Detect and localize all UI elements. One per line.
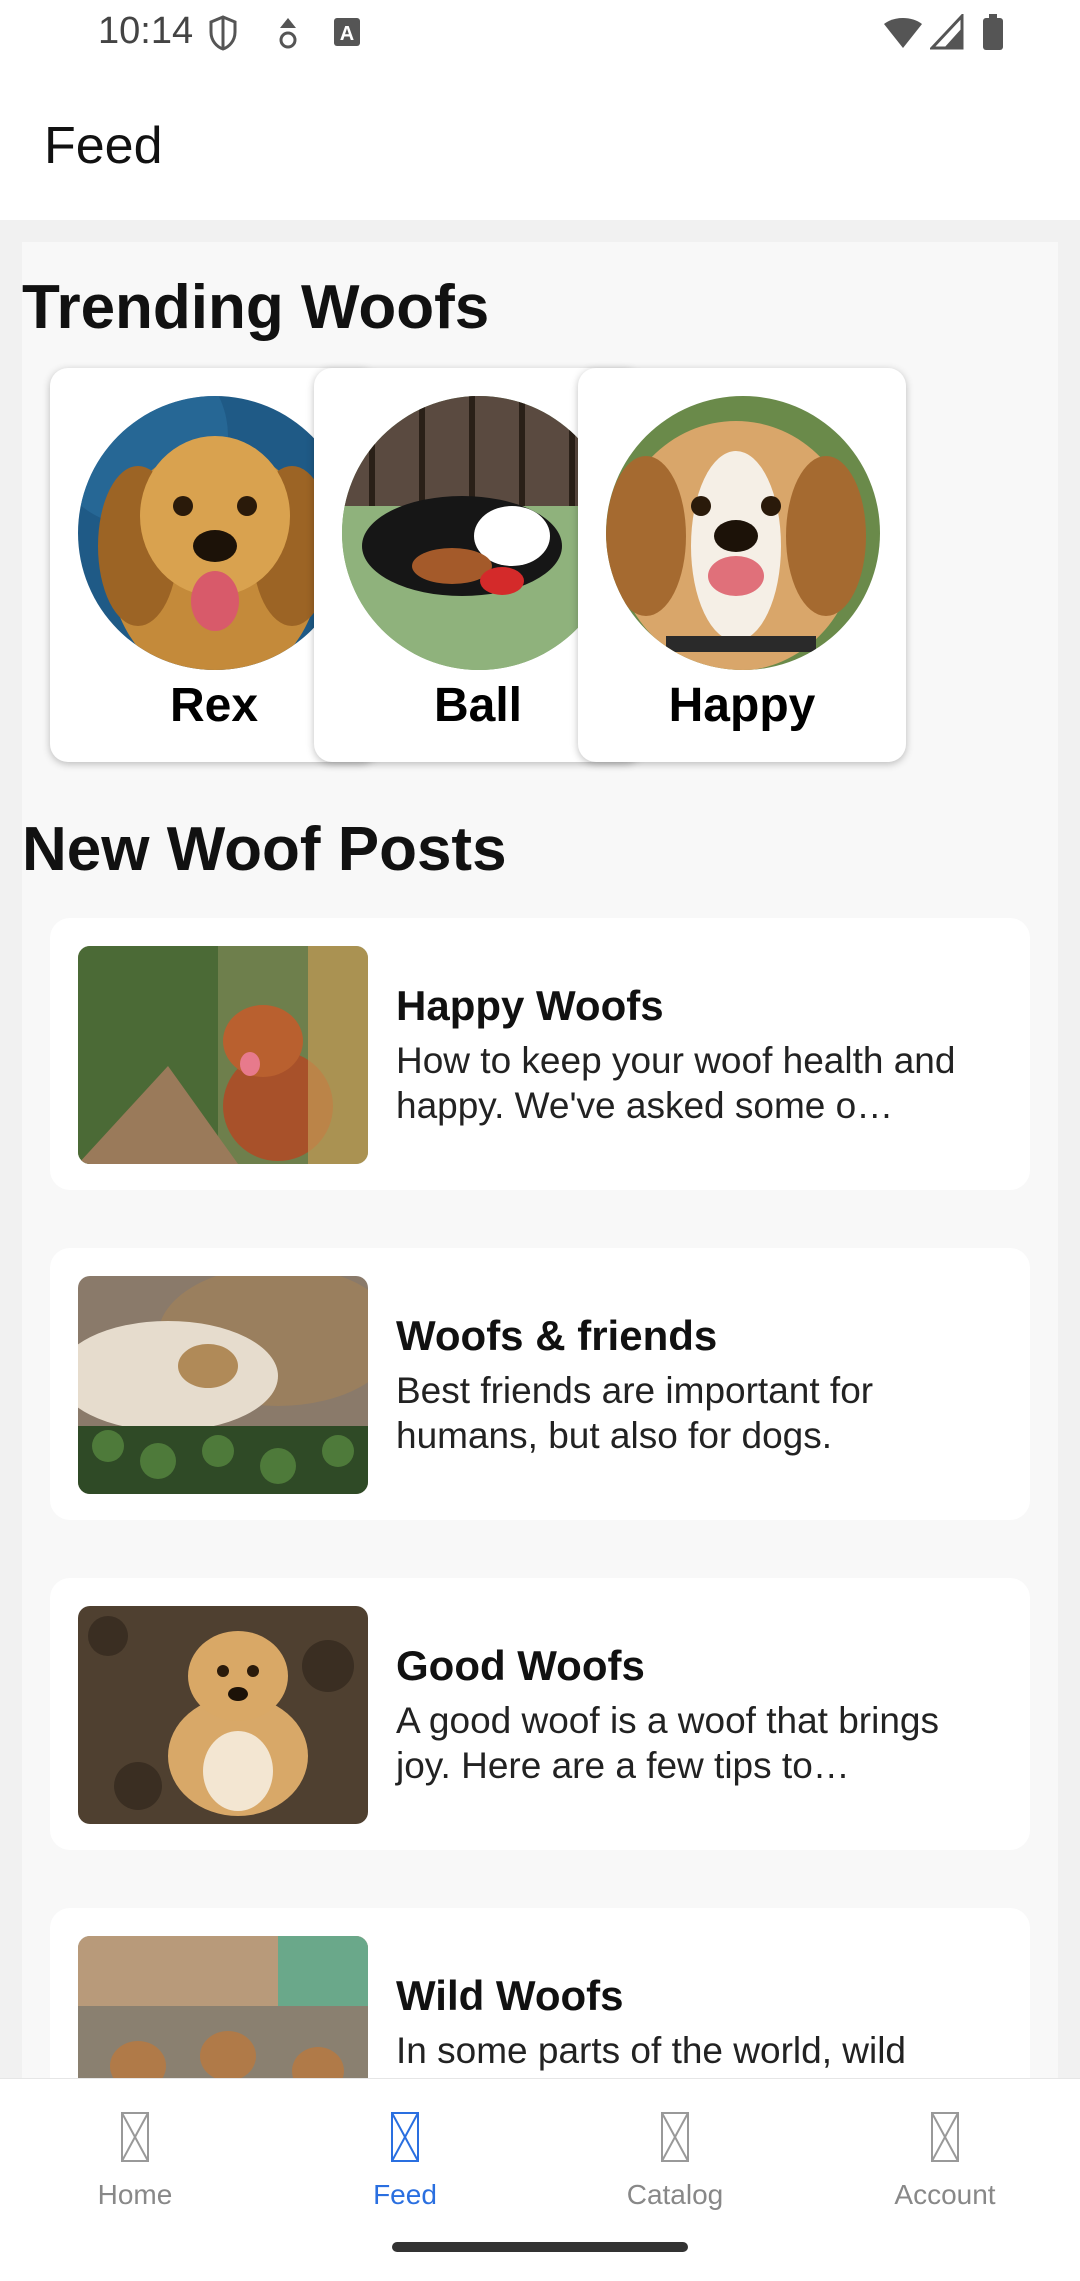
trending-avatar (78, 396, 352, 670)
wifi-icon (882, 14, 924, 55)
nav-label: Home (97, 2179, 173, 2210)
home-indicator[interactable] (392, 2242, 688, 2252)
nav-label: Feed (373, 2179, 437, 2210)
data-saver-icon (274, 14, 302, 57)
shield-icon (208, 14, 238, 57)
trending-card[interactable]: Happy (578, 368, 906, 762)
keyboard-a-icon: A (332, 14, 362, 55)
post-thumbnail (78, 946, 368, 1164)
home-icon (120, 2111, 150, 2163)
account-icon (930, 2111, 960, 2163)
nav-label: Catalog (626, 2179, 724, 2210)
trending-section-title: Trending Woofs (22, 273, 490, 342)
post-description: How to keep your woof health and happy. … (396, 1040, 956, 1126)
trending-carousel[interactable]: Rex Ball Happy (22, 356, 1058, 816)
trending-avatar (606, 396, 880, 670)
nav-label: Account (894, 2179, 996, 2210)
post-description: A good woof is a woof that brings joy. H… (396, 1700, 940, 1786)
feed-content[interactable]: Trending Woofs Rex Ball Happy New Woof P… (0, 220, 1080, 2078)
post-title: Wild Woofs (396, 1972, 624, 2019)
status-time: 10:14 (98, 10, 194, 52)
post-card[interactable]: Woofs & friends Best friends are importa… (50, 1248, 1030, 1520)
battery-icon (982, 14, 1004, 57)
status-bar: 10:14 A (0, 0, 1080, 66)
trending-name: Happy (668, 679, 816, 732)
post-card[interactable]: Wild Woofs In some parts of the world, w… (50, 1908, 1030, 2078)
feed-panel: Trending Woofs Rex Ball Happy New Woof P… (22, 242, 1058, 2078)
posts-section-title: New Woof Posts (22, 815, 507, 884)
nav-item-account[interactable]: Account (810, 2099, 1080, 2229)
nav-item-feed[interactable]: Feed (270, 2099, 540, 2229)
catalog-icon (660, 2111, 690, 2163)
nav-item-home[interactable]: Home (0, 2099, 270, 2229)
nav-item-catalog[interactable]: Catalog (540, 2099, 810, 2229)
post-card[interactable]: Happy Woofs How to keep your woof health… (50, 918, 1030, 1190)
page-title: Feed (44, 117, 163, 175)
signal-icon (928, 12, 964, 55)
post-thumbnail (78, 1606, 368, 1824)
post-title: Woofs & friends (396, 1312, 718, 1359)
post-title: Happy Woofs (396, 982, 664, 1029)
post-description: Best friends are important for humans, b… (396, 1370, 874, 1456)
post-card[interactable]: Good Woofs A good woof is a woof that br… (50, 1578, 1030, 1850)
feed-icon (390, 2111, 420, 2163)
post-description: In some parts of the world, wild (396, 2030, 906, 2071)
post-thumbnail (78, 1276, 368, 1494)
app-bar: Feed (0, 66, 1080, 220)
post-thumbnail (78, 1936, 368, 2078)
trending-avatar (342, 396, 616, 670)
post-title: Good Woofs (396, 1642, 645, 1689)
svg-text:A: A (340, 23, 354, 45)
